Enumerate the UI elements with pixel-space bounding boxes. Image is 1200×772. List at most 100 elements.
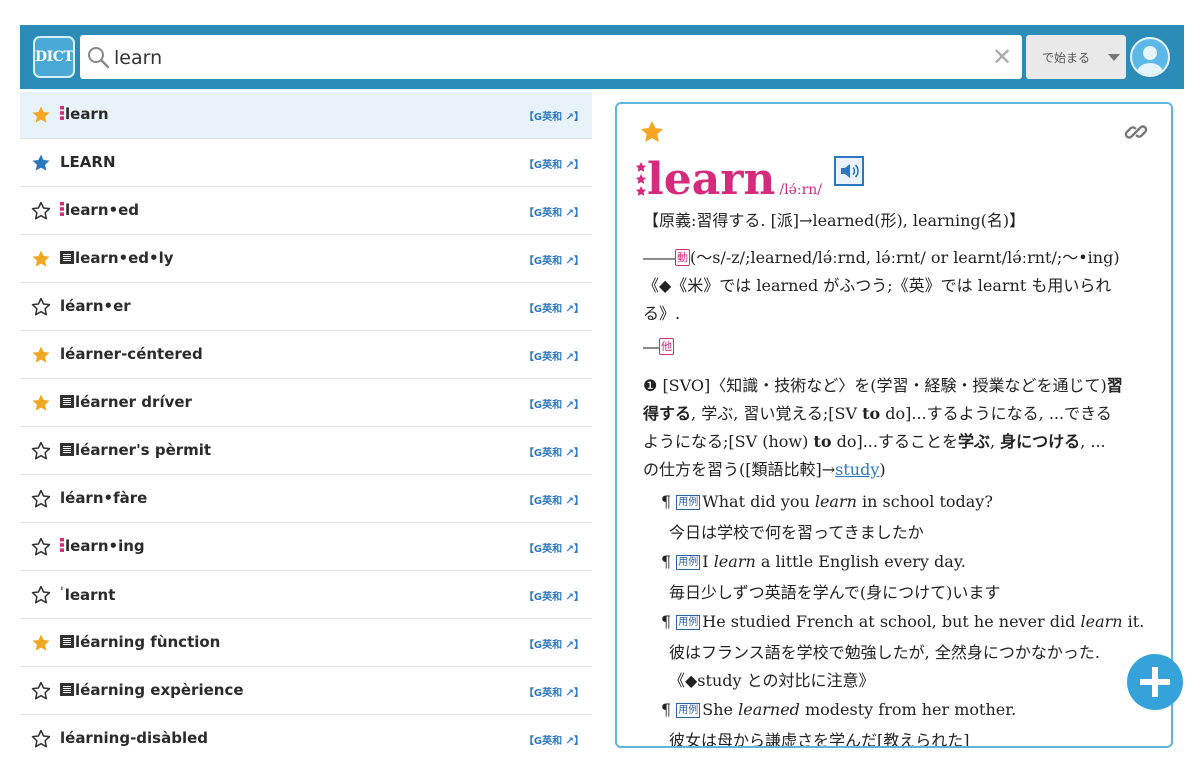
example-text: I — [702, 552, 714, 571]
dict-source-badge[interactable]: 【G英和 ↗】 — [524, 156, 584, 171]
example-sentence: ¶ 用例 I learn a little English every day. — [661, 552, 966, 571]
dict-source-badge[interactable]: 【G英和 ↗】 — [524, 252, 584, 267]
close-icon[interactable]: ✕ — [990, 45, 1014, 69]
dict-source-badge[interactable]: 【G英和 ↗】 — [524, 636, 584, 651]
idiom-icon — [60, 682, 74, 696]
word-text: léarner's pèrmit — [75, 441, 212, 459]
word-list-row[interactable]: learn•ed 【G英和 ↗】 — [20, 188, 592, 235]
star-filled-icon[interactable] — [31, 153, 51, 173]
example-translation: 彼女は母から謙虚さを学んだ[教えられた] — [669, 731, 970, 748]
word-list-row[interactable]: léarner-céntered 【G英和 ↗】 — [20, 332, 592, 379]
variant-mark-icon: ˈ — [60, 585, 64, 599]
example-keyword: learn — [713, 552, 756, 571]
word-text: LEARN — [60, 153, 116, 171]
word-label: learn — [60, 105, 109, 123]
word-label: ˈlearnt — [60, 585, 115, 604]
word-list-row[interactable]: léarning-disàbled 【G英和 ↗】 — [20, 716, 592, 762]
word-label: léarner-céntered — [60, 345, 203, 363]
dict-source-badge[interactable]: 【G英和 ↗】 — [524, 684, 584, 699]
sense-text: の仕方を習う([類語比較]→ — [643, 460, 836, 479]
dict-source-badge[interactable]: 【G英和 ↗】 — [524, 348, 584, 363]
usage-note-line-2: る》. — [643, 304, 681, 323]
sense-text: , ... — [1080, 432, 1106, 451]
dict-source-badge[interactable]: 【G英和 ↗】 — [524, 540, 584, 555]
word-list-row[interactable]: ˈlearnt 【G英和 ↗】 — [20, 572, 592, 619]
sense-text: ようになる;[SV (how) — [643, 432, 814, 451]
speaker-icon[interactable] — [834, 156, 865, 186]
sense-number: ❶ — [643, 376, 658, 395]
dict-source-badge[interactable]: 【G英和 ↗】 — [524, 204, 584, 219]
star-filled-icon[interactable] — [31, 105, 51, 125]
dict-source-badge[interactable]: 【G英和 ↗】 — [524, 444, 584, 459]
example-sentence: ¶ 用例 What did you learn in school today? — [661, 492, 993, 511]
example-text: What did you — [702, 492, 815, 511]
word-list-row[interactable]: léarning fùnction 【G英和 ↗】 — [20, 620, 592, 667]
word-list-row[interactable]: léarn•er 【G英和 ↗】 — [20, 284, 592, 331]
star-filled-icon[interactable] — [31, 249, 51, 269]
dict-source-badge[interactable]: 【G英和 ↗】 — [524, 108, 584, 123]
sense-bold: to — [862, 404, 881, 423]
star-outline-icon[interactable] — [31, 537, 51, 557]
example-tag: 用例 — [676, 615, 701, 630]
sense-bold: 得する — [643, 404, 692, 423]
match-mode-select[interactable]: で始まる — [1026, 35, 1126, 79]
word-list-row[interactable]: learn•ing 【G英和 ↗】 — [20, 524, 592, 571]
example-mark: ¶ — [661, 492, 672, 511]
pronunciation: /lə́ːrn/ — [779, 182, 823, 198]
star-outline-icon[interactable] — [31, 729, 51, 749]
link-icon[interactable] — [1123, 119, 1149, 145]
star-outline-icon[interactable] — [31, 681, 51, 701]
star-outline-icon[interactable] — [31, 297, 51, 317]
sense-bold: 習 — [1106, 376, 1123, 395]
user-avatar[interactable] — [1130, 37, 1170, 77]
favorite-star-icon[interactable] — [639, 119, 665, 145]
word-list-row[interactable]: léarner dríver 【G英和 ↗】 — [20, 380, 592, 427]
frequency-stars-icon — [635, 162, 647, 196]
search-box: ✕ — [80, 35, 1022, 79]
word-label: LEARN — [60, 153, 116, 171]
word-list-row[interactable]: learn 【G英和 ↗】 — [20, 92, 592, 139]
dict-source-badge[interactable]: 【G英和 ↗】 — [524, 732, 584, 747]
user-icon — [1137, 46, 1163, 75]
top-bar: DICT ✕ で始まる — [20, 25, 1184, 89]
search-input[interactable] — [112, 41, 976, 75]
star-outline-icon[interactable] — [31, 585, 51, 605]
dict-source-badge[interactable]: 【G英和 ↗】 — [524, 492, 584, 507]
chevron-down-icon — [1108, 54, 1120, 61]
sense-text: , — [990, 432, 1001, 451]
word-label: léarn•er — [60, 297, 131, 315]
word-list-row[interactable]: LEARN 【G英和 ↗】 — [20, 140, 592, 187]
app-logo[interactable]: DICT — [33, 36, 75, 78]
dict-source-badge[interactable]: 【G英和 ↗】 — [524, 396, 584, 411]
example-sentence: ¶ 用例 He studied French at school, but he … — [661, 612, 1144, 631]
word-text: learn•ed•ly — [75, 249, 174, 267]
sense-bold: to — [813, 432, 832, 451]
star-filled-icon[interactable] — [31, 345, 51, 365]
entry-panel: learn/lə́ːrn/ 【原義:習得する. [派]→learned(形), … — [615, 102, 1173, 748]
dict-source-badge[interactable]: 【G英和 ↗】 — [524, 588, 584, 603]
example-translation: 今日は学校で何を習ってきましたか — [669, 523, 924, 542]
star-outline-icon[interactable] — [31, 201, 51, 221]
star-filled-icon[interactable] — [31, 393, 51, 413]
match-mode-label: で始まる — [1042, 51, 1091, 65]
word-text: léarn•fàre — [60, 489, 148, 507]
word-list-row[interactable]: learn•ed•ly 【G英和 ↗】 — [20, 236, 592, 283]
add-button[interactable] — [1127, 654, 1183, 710]
sense-text: [SVO]〈知識・技術など〉を(学習・経験・授業などを通じて) — [662, 376, 1107, 395]
star-outline-icon[interactable] — [31, 441, 51, 461]
sense-line-4: の仕方を習う([類語比較]→study) — [643, 456, 886, 480]
word-list-row[interactable]: léarning expèrience 【G英和 ↗】 — [20, 668, 592, 715]
frequency-dots-icon — [60, 106, 64, 120]
example-text: modesty from her mother. — [799, 700, 1017, 719]
word-text: léarning fùnction — [75, 633, 221, 651]
example-text: a little English every day. — [755, 552, 966, 571]
study-link[interactable]: study — [835, 460, 879, 479]
star-filled-icon[interactable] — [31, 633, 51, 653]
word-list-row[interactable]: léarn•fàre 【G英和 ↗】 — [20, 476, 592, 523]
sense-text: do]...するようになる, ...できる — [880, 404, 1112, 423]
sense-text: do]...することを — [831, 432, 958, 451]
word-list-row[interactable]: léarner's pèrmit 【G英和 ↗】 — [20, 428, 592, 475]
star-outline-icon[interactable] — [31, 489, 51, 509]
dict-source-badge[interactable]: 【G英和 ↗】 — [524, 300, 584, 315]
idiom-icon — [60, 250, 74, 264]
